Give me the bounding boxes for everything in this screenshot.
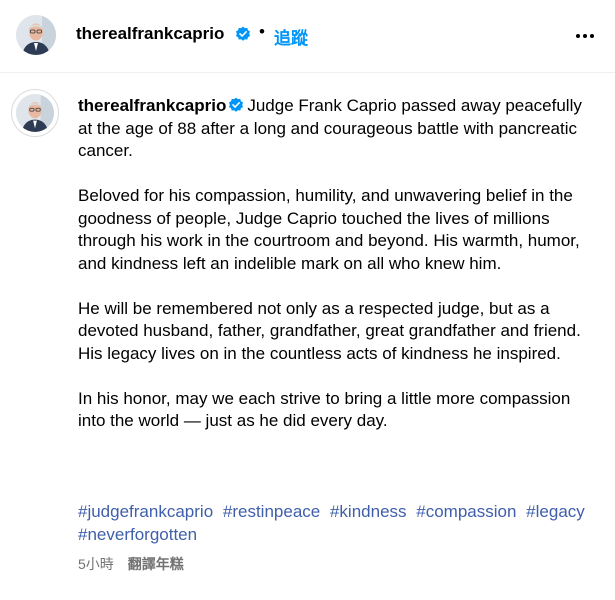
hashtag-link[interactable]: #neverforgotten <box>78 525 197 544</box>
avatar-photo-icon <box>16 15 56 55</box>
translate-button[interactable]: 翻譯年糕 <box>128 556 184 572</box>
avatar-photo-icon <box>16 94 54 132</box>
verified-badge-icon <box>229 97 244 112</box>
verified-badge-icon <box>236 26 250 41</box>
timestamp[interactable]: 5小時 <box>78 556 114 572</box>
profile-avatar[interactable] <box>16 15 56 55</box>
hashtag-link[interactable]: #legacy <box>526 502 585 521</box>
post-header: therealfrankcaprio • 追蹤 <box>0 0 615 73</box>
more-options-icon[interactable] <box>575 28 595 44</box>
caption-paragraph: In his honor, may we each strive to brin… <box>78 388 571 431</box>
header-username[interactable]: therealfrankcaprio <box>76 24 224 44</box>
caption-paragraph: therealfrankcaprio Judge Frank Caprio pas… <box>78 95 593 163</box>
caption-meta: 5小時 翻譯年糕 <box>78 554 184 574</box>
separator-dot: • <box>259 22 265 41</box>
hashtag-list: #judgefrankcaprio #restinpeace #kindness… <box>78 500 593 546</box>
caption-username[interactable]: therealfrankcaprio <box>78 96 226 115</box>
instagram-post: therealfrankcaprio • 追蹤 therealfrankcapr… <box>0 0 615 600</box>
hashtag-link[interactable]: #kindness <box>330 502 407 521</box>
post-caption: therealfrankcaprio Judge Frank Caprio pas… <box>78 95 593 433</box>
follow-button[interactable]: 追蹤 <box>274 24 308 49</box>
hashtag-link[interactable]: #judgefrankcaprio <box>78 502 213 521</box>
hashtag-link[interactable]: #restinpeace <box>223 502 320 521</box>
caption-paragraph: Beloved for his compassion, humility, an… <box>78 186 580 273</box>
caption-paragraph: He will be remembered not only as a resp… <box>78 298 581 363</box>
caption-avatar-ring <box>11 89 59 137</box>
hashtag-link[interactable]: #compassion <box>416 502 516 521</box>
caption-avatar[interactable] <box>16 94 54 132</box>
